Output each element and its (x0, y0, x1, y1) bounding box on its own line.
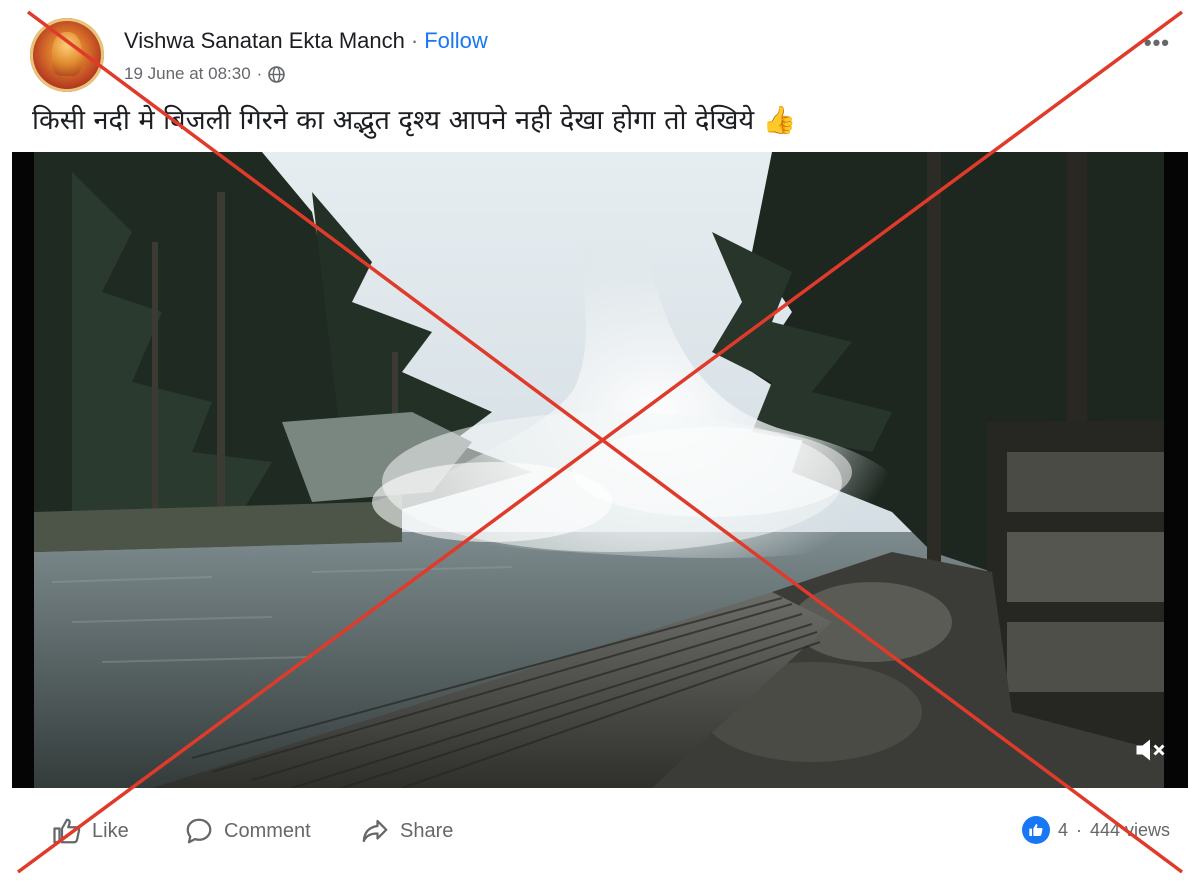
more-options-button[interactable]: ••• (1144, 30, 1170, 56)
share-label: Share (400, 819, 454, 842)
globe-icon (268, 65, 286, 83)
comment-label: Comment (224, 819, 311, 842)
video-frame (12, 152, 1188, 788)
like-button[interactable]: Like (52, 816, 129, 846)
comment-icon (186, 818, 212, 844)
share-button[interactable]: Share (360, 816, 453, 846)
post-header: Vishwa Sanatan Ekta Manch · Follow (124, 28, 488, 54)
stats-separator: · (1075, 819, 1082, 840)
post-caption: किसी नदी मे बिजली गिरने का अद्भुत दृश्य … (32, 105, 797, 136)
like-reaction-icon[interactable] (1021, 816, 1050, 844)
comment-button[interactable]: Comment (184, 816, 311, 846)
header-separator: · (410, 28, 419, 53)
action-bar: Like Comment Share 4 · 444 views (0, 790, 1200, 870)
share-arrow-icon (362, 819, 388, 843)
author-name[interactable]: Vishwa Sanatan Ekta Manch (124, 28, 405, 53)
like-label: Like (92, 819, 129, 842)
post-timestamp[interactable]: 19 June at 08:30 (124, 64, 251, 84)
view-count: 444 views (1089, 819, 1170, 840)
facebook-post: Vishwa Sanatan Ekta Manch · Follow 19 June… (0, 0, 1200, 882)
video-player[interactable] (12, 152, 1188, 788)
meta-separator: · (256, 64, 263, 83)
post-stats: 4 · 444 views (1021, 816, 1170, 844)
thumbs-up-icon (53, 818, 81, 844)
speaker-muted-icon[interactable] (1132, 732, 1168, 768)
follow-button[interactable]: Follow (424, 28, 488, 53)
post-meta: 19 June at 08:30 · (124, 64, 286, 84)
reaction-count[interactable]: 4 (1058, 820, 1068, 841)
avatar[interactable] (30, 18, 104, 92)
